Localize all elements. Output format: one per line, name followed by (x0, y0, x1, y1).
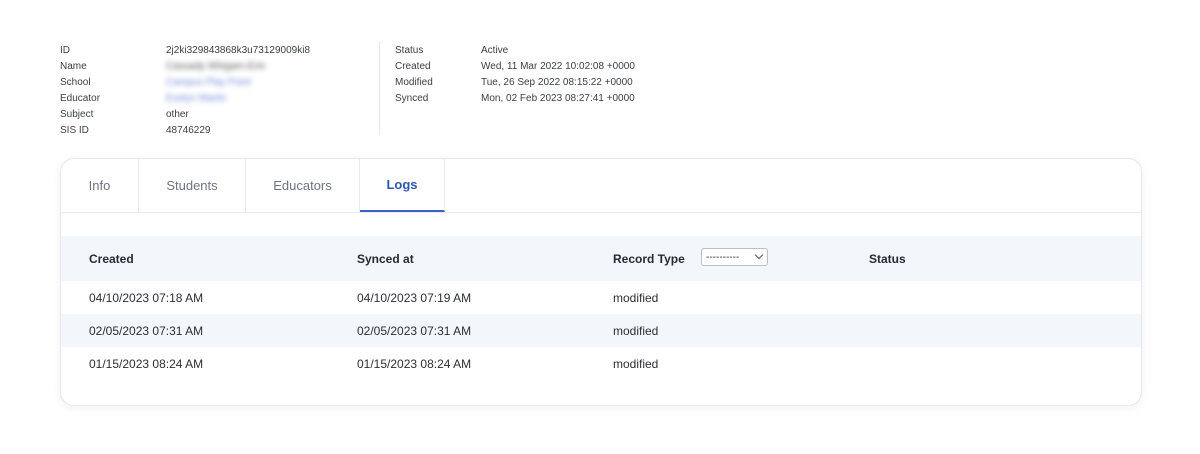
details-left: ID 2j2ki329843868k3u73129009ki8 Name Cas… (60, 42, 310, 138)
detail-modified: Modified Tue, 26 Sep 2022 08:15:22 +0000 (395, 74, 635, 90)
detail-label: Educator (60, 92, 101, 104)
tab-info[interactable]: Info (61, 159, 139, 212)
detail-created: Created Wed, 11 Mar 2022 10:02:08 +0000 (395, 58, 635, 74)
cell-created: 04/10/2023 07:18 AM (89, 290, 204, 305)
detail-status: Status Active (395, 42, 635, 58)
cell-record-type: modified (613, 323, 659, 338)
table-row: 01/15/2023 08:24 AM 01/15/2023 08:24 AM … (61, 347, 1141, 380)
status-value: Active (481, 44, 509, 56)
detail-educator: Educator Evelyn Martin (60, 90, 310, 106)
cell-synced: 02/05/2023 07:31 AM (357, 323, 472, 338)
details-divider (379, 42, 380, 135)
cell-created: 02/05/2023 07:31 AM (89, 323, 204, 338)
detail-name: Name Cassady Whigam-Erin (60, 58, 310, 74)
column-header-synced: Synced at (357, 251, 414, 266)
detail-label: Synced (395, 92, 429, 104)
tab-educators[interactable]: Educators (246, 159, 360, 212)
detail-value: Tue, 26 Sep 2022 08:15:22 +0000 (481, 76, 633, 88)
detail-synced: Synced Mon, 02 Feb 2023 08:27:41 +0000 (395, 90, 635, 106)
detail-value: 48746229 (166, 124, 211, 136)
detail-value: Cassady Whigam-Erin (166, 60, 266, 72)
chevron-down-icon (754, 250, 764, 260)
detail-label: SIS ID (60, 124, 89, 136)
tab-students[interactable]: Students (139, 159, 246, 212)
educator-link[interactable]: Evelyn Martin (166, 93, 227, 104)
tab-bar: Info Students Educators Logs (61, 159, 1141, 213)
record-type-filter-value: ---------- (706, 251, 740, 263)
cell-record-type: modified (613, 290, 659, 305)
detail-label: Modified (395, 76, 433, 88)
cell-created: 01/15/2023 08:24 AM (89, 356, 204, 371)
detail-label: School (60, 76, 91, 88)
detail-label: Subject (60, 108, 94, 120)
detail-value: other (166, 108, 189, 120)
table-body: 04/10/2023 07:18 AM 04/10/2023 07:19 AM … (61, 281, 1141, 380)
detail-label: Created (395, 60, 431, 72)
detail-sis-id: SIS ID 48746229 (60, 122, 310, 138)
tab-logs[interactable]: Logs (360, 159, 445, 212)
record-type-filter-select[interactable]: ---------- (701, 248, 768, 266)
detail-value: Wed, 11 Mar 2022 10:02:08 +0000 (481, 60, 635, 72)
detail-value: Mon, 02 Feb 2023 08:27:41 +0000 (481, 92, 635, 104)
cell-synced: 01/15/2023 08:24 AM (357, 356, 472, 371)
logs-card: Info Students Educators Logs Created Syn… (60, 158, 1142, 406)
detail-label: Status (395, 44, 424, 56)
column-header-status: Status (869, 251, 906, 266)
detail-label: ID (60, 44, 70, 56)
cell-record-type: modified (613, 356, 659, 371)
detail-subject: Subject other (60, 106, 310, 122)
detail-label: Name (60, 60, 87, 72)
table-header: Created Synced at Record Type ----------… (61, 236, 1141, 281)
details-right: Status Active Created Wed, 11 Mar 2022 1… (395, 42, 635, 106)
column-header-record-type: Record Type (613, 251, 685, 266)
detail-school: School Campus Play Point (60, 74, 310, 90)
table-row: 02/05/2023 07:31 AM 02/05/2023 07:31 AM … (61, 314, 1141, 347)
table-row: 04/10/2023 07:18 AM 04/10/2023 07:19 AM … (61, 281, 1141, 314)
detail-id: ID 2j2ki329843868k3u73129009ki8 (60, 42, 310, 58)
column-header-created: Created (89, 251, 134, 266)
cell-synced: 04/10/2023 07:19 AM (357, 290, 472, 305)
school-link[interactable]: Campus Play Point (166, 77, 251, 88)
detail-value: 2j2ki329843868k3u73129009ki8 (166, 44, 311, 56)
